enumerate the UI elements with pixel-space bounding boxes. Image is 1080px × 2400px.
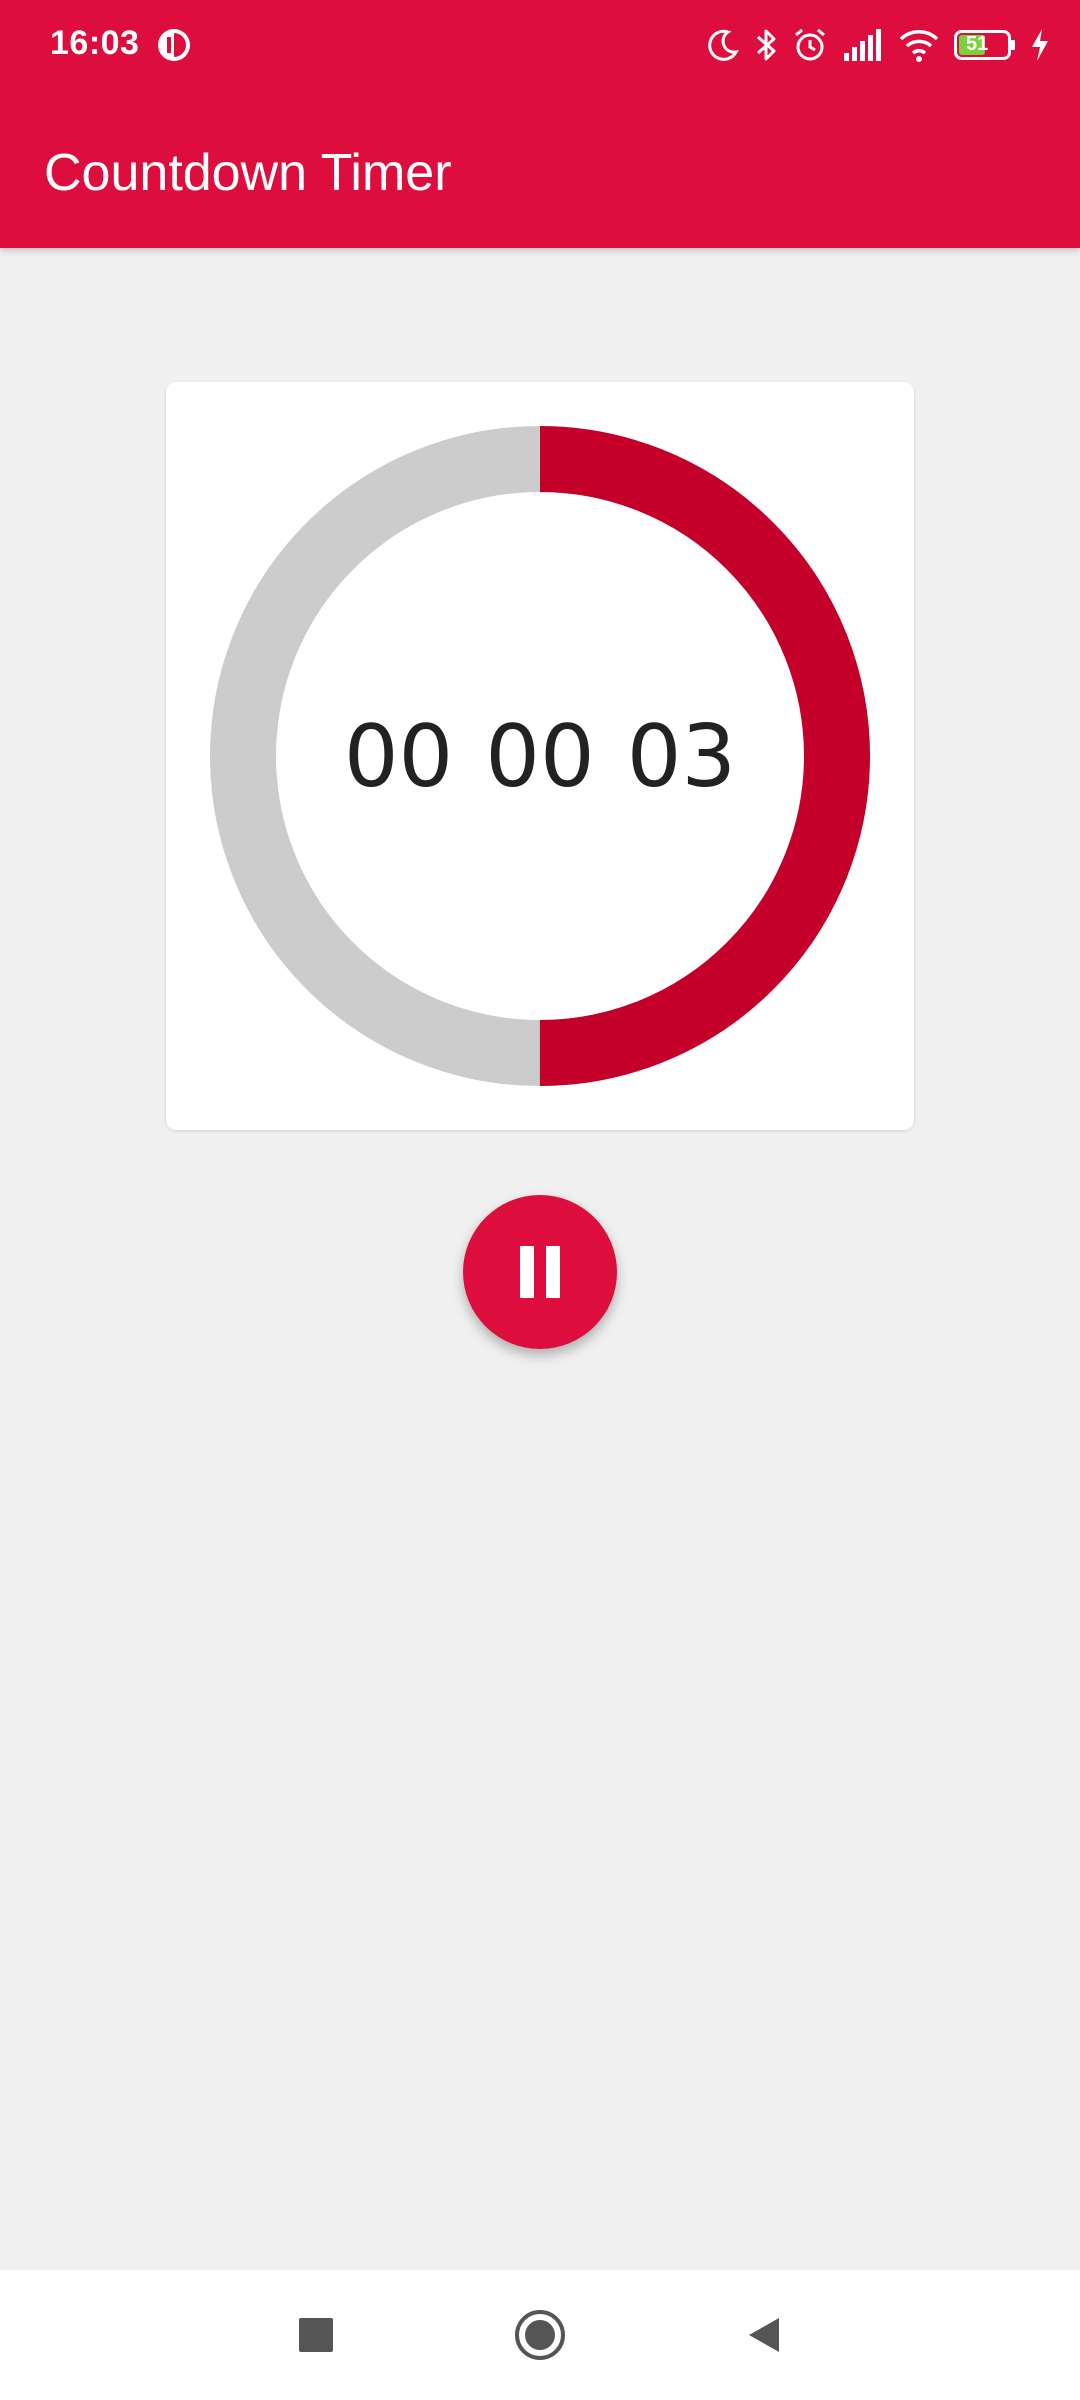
recents-square-icon <box>299 2318 333 2352</box>
battery-level: 51 <box>966 33 989 55</box>
status-bar: 16:03 51 <box>0 0 1080 90</box>
home-button[interactable] <box>505 2300 575 2370</box>
timer-hours: 00 <box>343 707 454 807</box>
timer-readout: 00 00 03 <box>166 707 914 807</box>
battery-icon: 51 <box>954 30 1016 60</box>
status-icons: 51 <box>706 22 1050 68</box>
charging-icon <box>1032 29 1048 61</box>
home-circle-icon <box>515 2310 565 2360</box>
moon-icon <box>708 29 739 61</box>
recents-button[interactable] <box>281 2300 351 2370</box>
page-title: Countdown Timer <box>44 144 452 202</box>
status-time: 16:03 <box>50 24 140 62</box>
navigation-bar <box>0 2270 1080 2400</box>
pause-button[interactable] <box>463 1195 617 1349</box>
timer-minutes: 00 <box>485 707 595 807</box>
alarm-icon <box>795 28 825 61</box>
back-button[interactable] <box>728 2300 798 2370</box>
back-triangle-icon <box>749 2318 779 2352</box>
bluetooth-icon <box>757 29 776 61</box>
wifi-icon <box>899 30 939 62</box>
pause-icon <box>520 1246 560 1298</box>
app-bar: Countdown Timer <box>0 90 1080 248</box>
timer-card: 00 00 03 <box>166 382 914 1130</box>
timer-seconds: 03 <box>626 707 737 807</box>
signal-icon <box>844 29 881 61</box>
app-notification-icon <box>158 29 190 61</box>
